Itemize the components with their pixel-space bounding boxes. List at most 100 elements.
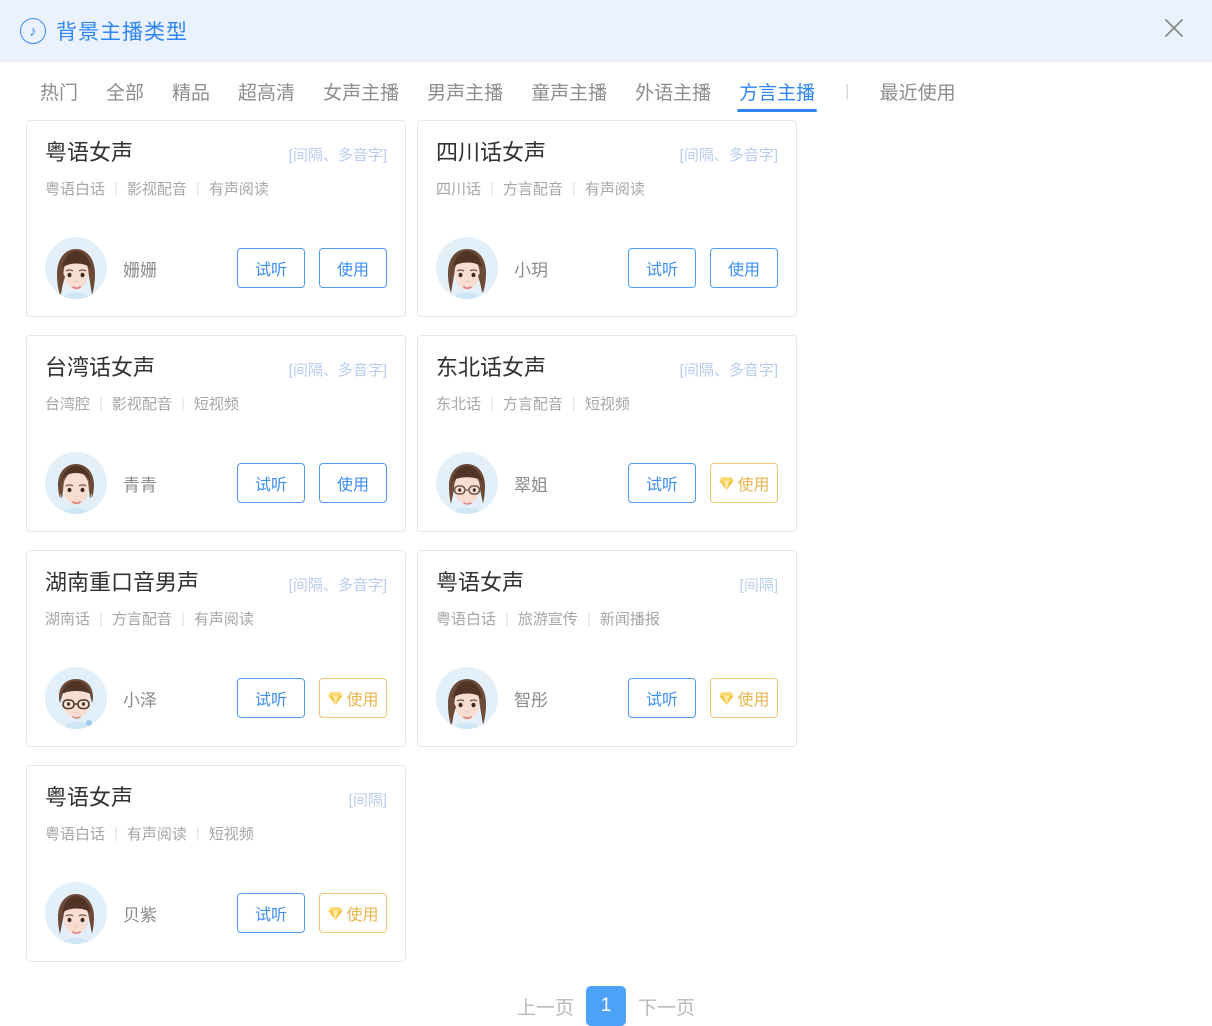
avatar bbox=[45, 882, 107, 944]
tag-separator: | bbox=[195, 180, 200, 197]
use-button[interactable]: 使用 bbox=[319, 463, 387, 503]
voice-tag-list: 东北话 | 方言配音 | 短视频 bbox=[436, 393, 778, 414]
preview-button[interactable]: 试听 bbox=[237, 463, 305, 503]
tab-label: 女声主播 bbox=[323, 82, 400, 104]
tab-male-voice[interactable]: 男声主播 bbox=[413, 68, 517, 114]
tag-separator: | bbox=[195, 825, 200, 842]
tag-separator: | bbox=[490, 395, 494, 412]
voice-tag: 东北话 bbox=[436, 396, 482, 413]
use-button-label: 使用 bbox=[336, 477, 369, 494]
preview-button-label: 试听 bbox=[645, 692, 678, 709]
voice-card[interactable]: 粤语女声 [间隔、多音字] 粤语白话 | 影视配音 | 有声阅读 姗姗 试听 使用 bbox=[26, 120, 406, 317]
tag-separator: | bbox=[586, 610, 591, 627]
tab-all[interactable]: 全部 bbox=[92, 68, 158, 114]
tag-separator: | bbox=[99, 395, 103, 412]
preview-button[interactable]: 试听 bbox=[237, 248, 305, 288]
avatar bbox=[45, 452, 107, 514]
preview-button[interactable]: 试听 bbox=[237, 893, 305, 933]
next-page-button[interactable]: 下一页 bbox=[638, 993, 695, 1020]
speaker-name: 姗姗 bbox=[123, 260, 157, 280]
card-actions: 试听 使用 bbox=[237, 248, 387, 288]
voice-tag: 方言配音 bbox=[502, 396, 563, 413]
tab-label: 最近使用 bbox=[879, 82, 956, 104]
tab-dialect[interactable]: 方言主播 bbox=[725, 68, 829, 114]
pagination: 上一页 1 下一页 bbox=[0, 986, 1212, 1026]
card-actions: 试听 使用 bbox=[237, 893, 387, 933]
tab-female-voice[interactable]: 女声主播 bbox=[309, 68, 413, 114]
prev-page-button[interactable]: 上一页 bbox=[517, 993, 574, 1020]
voice-tag: 粤语白话 bbox=[436, 611, 497, 628]
card-bottom-row: 翠姐 试听 使用 bbox=[436, 452, 778, 514]
avatar bbox=[436, 667, 498, 729]
tab-ultra-hd[interactable]: 超高清 bbox=[224, 68, 309, 114]
use-vip-button[interactable]: 使用 bbox=[319, 678, 387, 718]
voice-tag: 方言配音 bbox=[502, 181, 563, 198]
use-button[interactable]: 使用 bbox=[319, 248, 387, 288]
voice-card[interactable]: 粤语女声 [间隔] 粤语白话 | 旅游宣传 | 新闻播报 智彤 试听 使用 bbox=[417, 550, 797, 747]
card-title-row: 粤语女声 [间隔、多音字] bbox=[45, 135, 387, 167]
speaker-name: 智彤 bbox=[514, 690, 548, 710]
voice-tag: 影视配音 bbox=[126, 181, 187, 198]
use-button[interactable]: 使用 bbox=[710, 248, 778, 288]
voice-feature-badge: [间隔、多音字] bbox=[679, 147, 778, 164]
voice-title: 粤语女声 bbox=[45, 140, 134, 165]
tag-separator: | bbox=[114, 180, 118, 197]
use-vip-button[interactable]: 使用 bbox=[710, 678, 778, 718]
preview-button[interactable]: 试听 bbox=[628, 463, 696, 503]
voice-feature-badge: [间隔] bbox=[739, 577, 778, 594]
tab-recently-used[interactable]: 最近使用 bbox=[866, 68, 970, 114]
tab-foreign-language[interactable]: 外语主播 bbox=[621, 68, 725, 114]
voice-title: 台湾话女声 bbox=[45, 355, 156, 380]
voice-tag-list: 湖南话 | 方言配音 | 有声阅读 bbox=[45, 608, 387, 629]
tab-premium[interactable]: 精品 bbox=[158, 68, 224, 114]
voice-card-grid: 粤语女声 [间隔、多音字] 粤语白话 | 影视配音 | 有声阅读 姗姗 试听 使用 四川… bbox=[0, 120, 1212, 962]
voice-feature-badge: [间隔、多音字] bbox=[288, 577, 387, 594]
use-vip-button[interactable]: 使用 bbox=[319, 893, 387, 933]
speaker-name: 翠姐 bbox=[514, 475, 548, 495]
voice-feature-badge: [间隔] bbox=[348, 792, 387, 809]
voice-tag: 短视频 bbox=[208, 826, 254, 843]
tab-separator: | bbox=[845, 81, 850, 100]
voice-card[interactable]: 台湾话女声 [间隔、多音字] 台湾腔 | 影视配音 | 短视频 青青 试听 使用 bbox=[26, 335, 406, 532]
preview-button[interactable]: 试听 bbox=[628, 248, 696, 288]
tag-separator: | bbox=[571, 395, 576, 412]
close-icon[interactable] bbox=[1158, 12, 1190, 44]
voice-tag-list: 四川话 | 方言配音 | 有声阅读 bbox=[436, 178, 778, 199]
card-bottom-row: 小玥 试听 使用 bbox=[436, 237, 778, 299]
tab-child-voice[interactable]: 童声主播 bbox=[517, 68, 621, 114]
card-title-row: 东北话女声 [间隔、多音字] bbox=[436, 350, 778, 382]
voice-card[interactable]: 粤语女声 [间隔] 粤语白话 | 有声阅读 | 短视频 贝紫 试听 使用 bbox=[26, 765, 406, 962]
voice-card[interactable]: 东北话女声 [间隔、多音字] 东北话 | 方言配音 | 短视频 翠姐 试听 使用 bbox=[417, 335, 797, 532]
voice-tag: 有声阅读 bbox=[208, 181, 269, 198]
voice-tag: 新闻播报 bbox=[599, 611, 660, 628]
preview-button[interactable]: 试听 bbox=[237, 678, 305, 718]
use-button-label: 使用 bbox=[737, 692, 770, 709]
voice-feature-badge: [间隔、多音字] bbox=[288, 147, 387, 164]
voice-card[interactable]: 四川话女声 [间隔、多音字] 四川话 | 方言配音 | 有声阅读 小玥 试听 使用 bbox=[417, 120, 797, 317]
use-button-label: 使用 bbox=[737, 477, 770, 494]
preview-button-label: 试听 bbox=[645, 477, 678, 494]
page-title: 背景主播类型 bbox=[56, 21, 188, 44]
music-note-icon: ♪ bbox=[20, 18, 46, 44]
voice-card[interactable]: 湖南重口音男声 [间隔、多音字] 湖南话 | 方言配音 | 有声阅读 小泽 试听 使用 bbox=[26, 550, 406, 747]
page-number-1[interactable]: 1 bbox=[586, 986, 626, 1026]
card-actions: 试听 使用 bbox=[237, 678, 387, 718]
tag-separator: | bbox=[505, 610, 509, 627]
use-vip-button[interactable]: 使用 bbox=[710, 463, 778, 503]
preview-button-label: 试听 bbox=[254, 692, 287, 709]
avatar bbox=[45, 667, 107, 729]
preview-button-label: 试听 bbox=[645, 262, 678, 279]
tab-hot[interactable]: 热门 bbox=[26, 68, 92, 114]
use-button-label: 使用 bbox=[336, 262, 369, 279]
tab-label: 男声主播 bbox=[427, 82, 504, 104]
voice-tag: 有声阅读 bbox=[584, 181, 645, 198]
card-bottom-row: 青青 试听 使用 bbox=[45, 452, 387, 514]
voice-tag-list: 粤语白话 | 旅游宣传 | 新闻播报 bbox=[436, 608, 778, 629]
voice-tag: 影视配音 bbox=[111, 396, 172, 413]
dialog-header: ♪ 背景主播类型 bbox=[0, 0, 1212, 62]
card-title-row: 四川话女声 [间隔、多音字] bbox=[436, 135, 778, 167]
voice-feature-badge: [间隔、多音字] bbox=[679, 362, 778, 379]
preview-button[interactable]: 试听 bbox=[628, 678, 696, 718]
tag-separator: | bbox=[571, 180, 576, 197]
voice-tag: 湖南话 bbox=[45, 611, 91, 628]
